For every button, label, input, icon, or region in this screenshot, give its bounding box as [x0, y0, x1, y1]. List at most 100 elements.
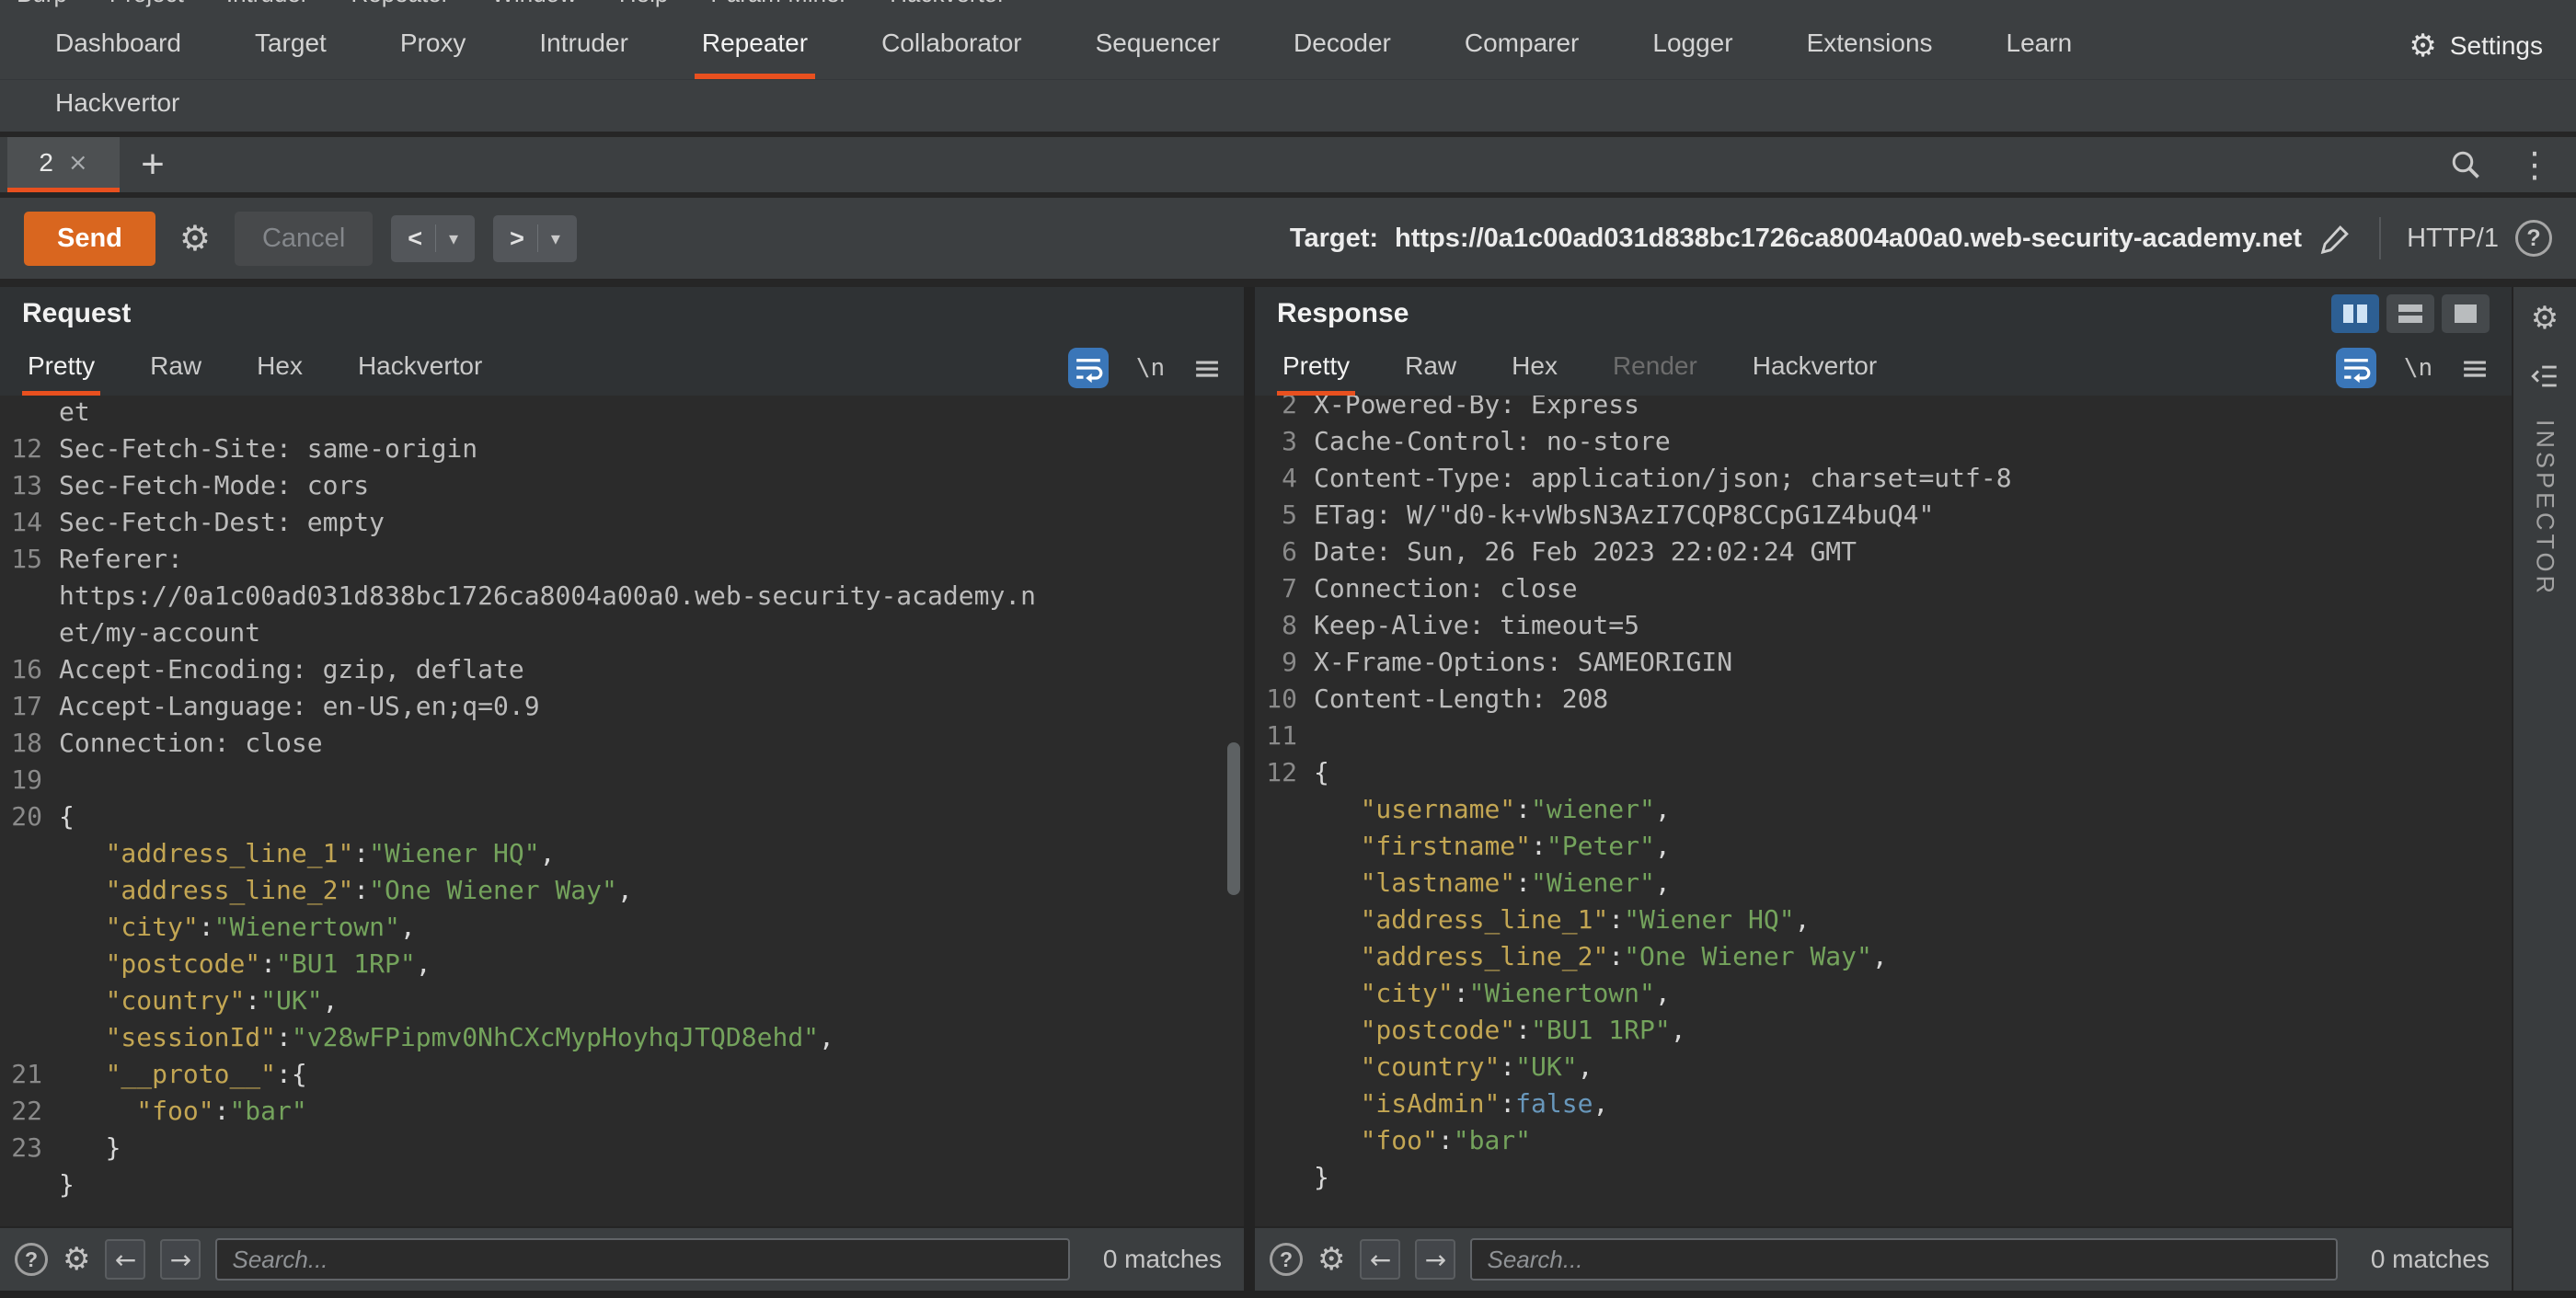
chevron-down-icon[interactable]: ▾ — [551, 227, 560, 249]
code-token: "isAdmin" — [1360, 1088, 1501, 1119]
show-newlines-icon[interactable]: \n — [1136, 354, 1165, 382]
tab-intruder[interactable]: Intruder — [532, 13, 636, 79]
chevron-down-icon[interactable]: ▾ — [449, 227, 458, 249]
menu-item-param-miner[interactable]: Param Miner — [710, 0, 847, 8]
response-editor: 2 X-Powered-By: Express 3 Cache-Control: no… — [1255, 396, 2512, 1226]
inspector-settings-gear-icon[interactable]: ⚙ — [2531, 300, 2559, 337]
word-wrap-icon[interactable] — [2335, 348, 2376, 388]
code-token: , — [1654, 978, 1671, 1008]
code-token: "BU1 1RP" — [276, 948, 416, 979]
editor-line: "address_line_2":"One Wiener Way", — [0, 872, 1244, 909]
tab-target[interactable]: Target — [247, 13, 334, 79]
code-token: "lastname" — [1360, 867, 1516, 898]
inspector-label[interactable]: INSPECTOR — [2531, 419, 2559, 597]
tab-proxy[interactable]: Proxy — [393, 13, 474, 79]
layout-single-button[interactable] — [2442, 294, 2490, 333]
menu-item-hackvertor[interactable]: Hackvertor — [890, 0, 1006, 8]
request-editor[interactable]: et 12 Sec-Fetch-Site: same-origin 13 Sec-Fet… — [0, 396, 1244, 1226]
line-number: 4 — [1282, 463, 1297, 493]
editor-line: 5 ETag: W/"d0-k+vWbsN3AzI7CQP8CCpG1Z4buQ4… — [1255, 497, 2512, 534]
previous-match-button[interactable]: ← — [1360, 1239, 1401, 1280]
editor-menu-icon[interactable]: ≡ — [1192, 348, 1222, 388]
code-token: https://0a1c00ad031d838bc1726ca8004a00a0… — [59, 580, 1037, 611]
tab-pretty[interactable]: Pretty — [22, 340, 101, 396]
help-icon[interactable]: ? — [2515, 220, 2552, 257]
search-settings-gear-icon[interactable]: ⚙ — [63, 1241, 90, 1278]
http-version[interactable]: HTTP/1 — [2407, 224, 2499, 254]
menu-item-intruder[interactable]: Intruder — [226, 0, 309, 8]
word-wrap-icon[interactable] — [1067, 348, 1109, 388]
tab-comparer[interactable]: Comparer — [1457, 13, 1586, 79]
search-help-icon[interactable]: ? — [15, 1243, 48, 1276]
tab-raw[interactable]: Raw — [144, 340, 207, 396]
kebab-menu-icon[interactable]: ⋮ — [2517, 144, 2552, 185]
tab-decoder[interactable]: Decoder — [1286, 13, 1398, 79]
request-scrollbar[interactable] — [1227, 742, 1240, 895]
editor-line: 2 X-Powered-By: Express — [1255, 396, 2512, 423]
next-match-button[interactable]: → — [1415, 1239, 1456, 1280]
layout-rows-button[interactable] — [2386, 294, 2434, 333]
repeater-tab-2[interactable]: 2 × — [7, 137, 120, 192]
tab-sequencer[interactable]: Sequencer — [1088, 13, 1227, 79]
menu-item-project[interactable]: Project — [109, 0, 184, 8]
back-button[interactable]: < ▾ — [391, 214, 476, 262]
search-input[interactable] — [1470, 1238, 2338, 1281]
editor-line: 7 Connection: close — [1255, 570, 2512, 607]
tab-hackvertor[interactable]: Hackvertor — [352, 340, 488, 396]
code-token: "Peter" — [1546, 831, 1655, 861]
cancel-button[interactable]: Cancel — [234, 211, 374, 266]
line-number: 19 — [11, 764, 42, 795]
tab-raw[interactable]: Raw — [1399, 340, 1462, 396]
search-help-icon[interactable]: ? — [1270, 1243, 1303, 1276]
tab-render[interactable]: Render — [1607, 340, 1703, 396]
tab-logger[interactable]: Logger — [1645, 13, 1740, 79]
tab-collaborator[interactable]: Collaborator — [874, 13, 1029, 79]
tab-extensions[interactable]: Extensions — [1800, 13, 1940, 79]
menu-item-window[interactable]: Window — [491, 0, 576, 8]
code-token: "address_line_2" — [1360, 941, 1609, 971]
tab-hex[interactable]: Hex — [1506, 340, 1563, 396]
settings-gear-icon: ⚙ — [2409, 28, 2437, 64]
line-content: "city":"Wienertown", — [59, 909, 416, 946]
layout-columns-button[interactable] — [2331, 294, 2379, 333]
forward-button[interactable]: > ▾ — [493, 214, 577, 262]
editor-line: 12 { — [1255, 754, 2512, 791]
main-tab-bar: Dashboard Target Proxy Intruder Repeater Coll… — [0, 13, 2576, 79]
editor-line: 20 { — [0, 798, 1244, 835]
tab-learn[interactable]: Learn — [1999, 13, 2080, 79]
send-settings-gear-icon[interactable]: ⚙ — [179, 218, 211, 258]
next-match-button[interactable]: → — [160, 1239, 201, 1280]
search-icon[interactable] — [2449, 148, 2482, 181]
line-number: 23 — [11, 1132, 42, 1163]
menu-item-help[interactable]: Help — [619, 0, 668, 8]
code-token: Connection: close — [59, 728, 323, 758]
settings-button[interactable]: ⚙ Settings — [2375, 13, 2576, 79]
line-number: 8 — [1282, 610, 1297, 640]
edit-target-icon[interactable] — [2318, 221, 2353, 256]
tab-pretty[interactable]: Pretty — [1277, 340, 1356, 396]
search-input[interactable] — [215, 1238, 1070, 1281]
send-button[interactable]: Send — [24, 211, 155, 266]
tab-hackvertor[interactable]: Hackvertor — [48, 80, 187, 132]
code-token: , — [1794, 904, 1811, 935]
request-title: Request — [22, 298, 132, 328]
panel-splitter[interactable] — [1244, 287, 1255, 1291]
show-newlines-icon[interactable]: \n — [2404, 354, 2432, 382]
tab-dashboard[interactable]: Dashboard — [48, 13, 189, 79]
close-tab-icon[interactable]: × — [68, 149, 88, 177]
tab-hex[interactable]: Hex — [251, 340, 308, 396]
editor-line: 14 Sec-Fetch-Dest: empty — [0, 504, 1244, 541]
menu-item-burp[interactable]: Burp — [17, 0, 67, 8]
match-count: 0 matches — [2370, 1245, 2490, 1273]
previous-match-button[interactable]: ← — [105, 1239, 146, 1280]
add-tab-button[interactable]: + — [120, 137, 186, 192]
tab-repeater[interactable]: Repeater — [694, 13, 816, 79]
editor-line: "foo":"bar" — [1255, 1122, 2512, 1159]
search-settings-gear-icon[interactable]: ⚙ — [1317, 1241, 1345, 1278]
menu-item-repeater[interactable]: Repeater — [351, 0, 449, 8]
editor-menu-icon[interactable]: ≡ — [2460, 348, 2490, 388]
tab-hackvertor[interactable]: Hackvertor — [1747, 340, 1882, 396]
inspector-expand-icon[interactable] — [2529, 361, 2560, 392]
